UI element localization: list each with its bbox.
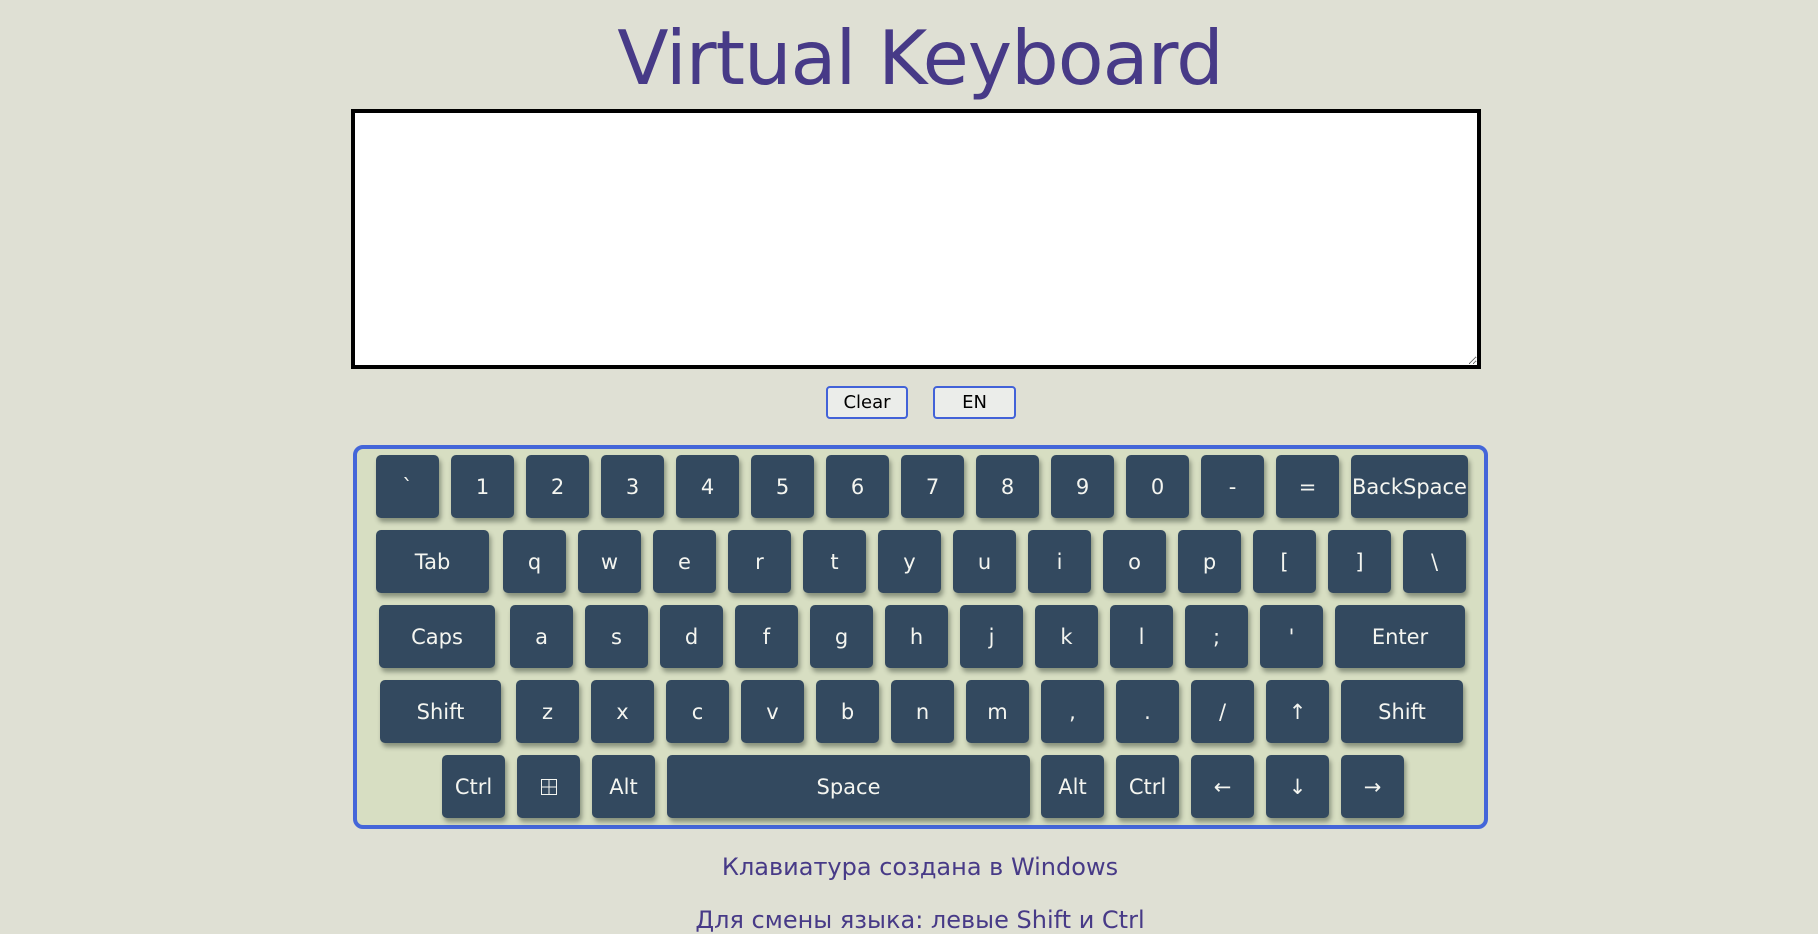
key-arrow-right[interactable]: → xyxy=(1341,755,1404,818)
key-alt-left[interactable]: Alt xyxy=(592,755,655,818)
key-k[interactable]: k xyxy=(1035,605,1098,668)
key-1[interactable]: 1 xyxy=(451,455,514,518)
key-alt-right[interactable]: Alt xyxy=(1041,755,1104,818)
key-arrow-up[interactable]: ↑ xyxy=(1266,680,1329,743)
key-x[interactable]: x xyxy=(591,680,654,743)
key-slash[interactable]: / xyxy=(1191,680,1254,743)
key-m[interactable]: m xyxy=(966,680,1029,743)
key-9[interactable]: 9 xyxy=(1051,455,1114,518)
key-l[interactable]: l xyxy=(1110,605,1173,668)
footer-note-os: Клавиатура создана в Windows xyxy=(721,853,1119,881)
key-w[interactable]: w xyxy=(578,530,641,593)
key-o[interactable]: o xyxy=(1103,530,1166,593)
key-h[interactable]: h xyxy=(885,605,948,668)
key-backslash[interactable]: \ xyxy=(1403,530,1466,593)
key-e[interactable]: e xyxy=(653,530,716,593)
key-shift-right[interactable]: Shift xyxy=(1341,680,1463,743)
key-q[interactable]: q xyxy=(503,530,566,593)
key-4[interactable]: 4 xyxy=(676,455,739,518)
key-t[interactable]: t xyxy=(803,530,866,593)
key-7[interactable]: 7 xyxy=(901,455,964,518)
key-space[interactable]: Space xyxy=(667,755,1030,818)
key-arrow-left[interactable]: ← xyxy=(1191,755,1254,818)
key-bracket-left[interactable]: [ xyxy=(1253,530,1316,593)
key-r[interactable]: r xyxy=(728,530,791,593)
key-u[interactable]: u xyxy=(953,530,1016,593)
key-j[interactable]: j xyxy=(960,605,1023,668)
key-backtick[interactable]: ` xyxy=(376,455,439,518)
key-f[interactable]: f xyxy=(735,605,798,668)
key-quote[interactable]: ' xyxy=(1260,605,1323,668)
footer-note-language: Для смены языка: левые Shift и Ctrl xyxy=(695,906,1145,934)
key-g[interactable]: g xyxy=(810,605,873,668)
key-p[interactable]: p xyxy=(1178,530,1241,593)
key-d[interactable]: d xyxy=(660,605,723,668)
key-v[interactable]: v xyxy=(741,680,804,743)
key-5[interactable]: 5 xyxy=(751,455,814,518)
key-ctrl-left[interactable]: Ctrl xyxy=(442,755,505,818)
key-3[interactable]: 3 xyxy=(601,455,664,518)
windows-icon xyxy=(540,778,557,795)
key-6[interactable]: 6 xyxy=(826,455,889,518)
key-b[interactable]: b xyxy=(816,680,879,743)
page-title: Virtual Keyboard xyxy=(617,14,1223,102)
key-backspace[interactable]: BackSpace xyxy=(1351,455,1468,518)
key-minus[interactable]: - xyxy=(1201,455,1264,518)
key-shift-left[interactable]: Shift xyxy=(380,680,501,743)
text-output[interactable] xyxy=(351,109,1481,369)
key-bracket-right[interactable]: ] xyxy=(1328,530,1391,593)
key-n[interactable]: n xyxy=(891,680,954,743)
key-2[interactable]: 2 xyxy=(526,455,589,518)
key-y[interactable]: y xyxy=(878,530,941,593)
key-i[interactable]: i xyxy=(1028,530,1091,593)
key-tab[interactable]: Tab xyxy=(376,530,489,593)
key-8[interactable]: 8 xyxy=(976,455,1039,518)
key-ctrl-right[interactable]: Ctrl xyxy=(1116,755,1179,818)
key-0[interactable]: 0 xyxy=(1126,455,1189,518)
key-c[interactable]: c xyxy=(666,680,729,743)
key-a[interactable]: a xyxy=(510,605,573,668)
clear-button[interactable]: Clear xyxy=(826,386,908,419)
key-arrow-down[interactable]: ↓ xyxy=(1266,755,1329,818)
keyboard: ` 1 2 3 4 5 6 7 8 9 0- = BackSpace Tab q w e r t y u i o p[] \ Ca… xyxy=(353,445,1488,829)
key-enter[interactable]: Enter xyxy=(1335,605,1465,668)
key-semicolon[interactable]: ; xyxy=(1185,605,1248,668)
key-caps[interactable]: Caps xyxy=(379,605,495,668)
key-s[interactable]: s xyxy=(585,605,648,668)
key-period[interactable]: . xyxy=(1116,680,1179,743)
key-equal[interactable]: = xyxy=(1276,455,1339,518)
key-z[interactable]: z xyxy=(516,680,579,743)
language-button[interactable]: EN xyxy=(933,386,1016,419)
key-win[interactable] xyxy=(517,755,580,818)
key-comma[interactable]: , xyxy=(1041,680,1104,743)
